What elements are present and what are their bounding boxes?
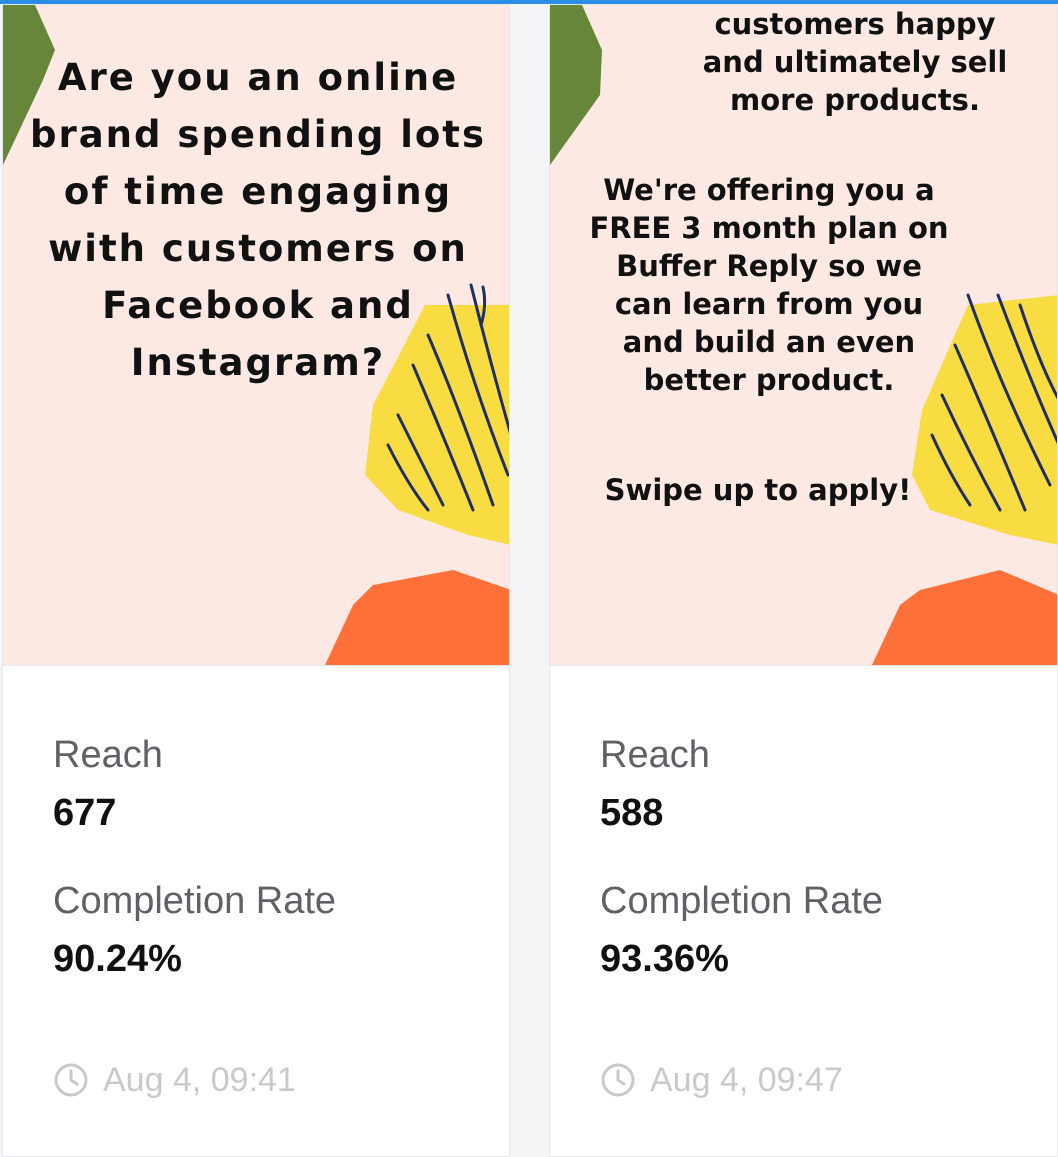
story-preview[interactable]: customers happy and ultimately sell more… bbox=[550, 5, 1057, 666]
green-shape bbox=[550, 5, 602, 165]
orange-shape bbox=[325, 570, 509, 665]
story-stats: Reach 677 Completion Rate 90.24% bbox=[53, 733, 483, 981]
story-text: Are you an online brand spending lots of… bbox=[29, 56, 487, 384]
completion-rate-value: 90.24% bbox=[53, 938, 182, 980]
timestamp-text: Aug 4, 09:47 bbox=[650, 1061, 843, 1099]
reach-stat: Reach 588 bbox=[600, 733, 1030, 835]
timestamp-text: Aug 4, 09:41 bbox=[103, 1061, 296, 1099]
completion-rate-label: Completion Rate bbox=[53, 880, 337, 922]
story-timestamp: Aug 4, 09:41 bbox=[53, 1058, 296, 1102]
completion-rate-value: 93.36% bbox=[600, 938, 729, 980]
story-text-middle: We're offering you a FREE 3 month plan o… bbox=[589, 173, 949, 397]
reach-stat: Reach 677 bbox=[53, 733, 483, 835]
story-card[interactable]: Are you an online brand spending lots of… bbox=[2, 4, 510, 1157]
story-text-bottom: Swipe up to apply! bbox=[604, 473, 912, 507]
completion-rate-stat: Completion Rate 93.36% bbox=[600, 879, 1030, 981]
clock-icon bbox=[54, 1063, 88, 1097]
story-preview[interactable]: Are you an online brand spending lots of… bbox=[3, 5, 509, 666]
story-card[interactable]: customers happy and ultimately sell more… bbox=[549, 4, 1058, 1157]
completion-rate-label: Completion Rate bbox=[600, 880, 884, 922]
reach-value: 588 bbox=[600, 792, 664, 834]
story-text-top: customers happy and ultimately sell more… bbox=[702, 7, 1008, 117]
reach-value: 677 bbox=[53, 792, 117, 834]
story-stats: Reach 588 Completion Rate 93.36% bbox=[600, 733, 1030, 981]
orange-shape bbox=[872, 570, 1057, 665]
reach-label: Reach bbox=[600, 734, 710, 776]
story-timestamp: Aug 4, 09:47 bbox=[600, 1058, 843, 1102]
completion-rate-stat: Completion Rate 90.24% bbox=[53, 879, 483, 981]
clock-icon bbox=[601, 1063, 635, 1097]
reach-label: Reach bbox=[53, 734, 163, 776]
